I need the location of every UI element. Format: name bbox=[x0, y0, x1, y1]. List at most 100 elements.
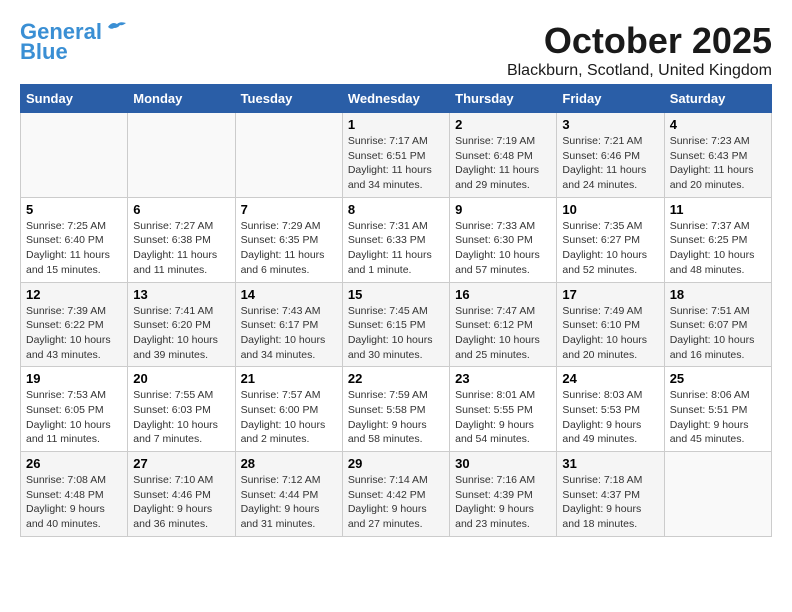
day-info: Sunrise: 7:08 AM Sunset: 4:48 PM Dayligh… bbox=[26, 473, 122, 532]
table-row: 11 Sunrise: 7:37 AM Sunset: 6:25 PM Dayli… bbox=[664, 197, 771, 282]
table-row: 3 Sunrise: 7:21 AM Sunset: 6:46 PM Daylig… bbox=[557, 113, 664, 198]
logo-text2: Blue bbox=[20, 40, 68, 64]
table-row: 5 Sunrise: 7:25 AM Sunset: 6:40 PM Daylig… bbox=[21, 197, 128, 282]
table-row: 10 Sunrise: 7:35 AM Sunset: 6:27 PM Dayli… bbox=[557, 197, 664, 282]
day-number: 11 bbox=[670, 202, 766, 217]
day-number: 9 bbox=[455, 202, 551, 217]
day-info: Sunrise: 7:59 AM Sunset: 5:58 PM Dayligh… bbox=[348, 388, 444, 447]
day-number: 4 bbox=[670, 117, 766, 132]
table-row: 19 Sunrise: 7:53 AM Sunset: 6:05 PM Dayli… bbox=[21, 367, 128, 452]
header-wednesday: Wednesday bbox=[342, 85, 449, 113]
calendar-week-row: 1 Sunrise: 7:17 AM Sunset: 6:51 PM Daylig… bbox=[21, 113, 772, 198]
table-row: 27 Sunrise: 7:10 AM Sunset: 4:46 PM Dayli… bbox=[128, 452, 235, 537]
day-number: 22 bbox=[348, 371, 444, 386]
day-number: 3 bbox=[562, 117, 658, 132]
day-info: Sunrise: 7:14 AM Sunset: 4:42 PM Dayligh… bbox=[348, 473, 444, 532]
day-info: Sunrise: 7:51 AM Sunset: 6:07 PM Dayligh… bbox=[670, 304, 766, 363]
calendar-table: Sunday Monday Tuesday Wednesday Thursday… bbox=[20, 84, 772, 537]
day-number: 14 bbox=[241, 287, 337, 302]
table-row: 17 Sunrise: 7:49 AM Sunset: 6:10 PM Dayli… bbox=[557, 282, 664, 367]
table-row: 13Sunrise: 7:41 AM Sunset: 6:20 PM Dayli… bbox=[128, 282, 235, 367]
title-block: October 2025 Blackburn, Scotland, United… bbox=[507, 20, 772, 80]
day-info: Sunrise: 7:55 AM Sunset: 6:03 PM Dayligh… bbox=[133, 388, 229, 447]
table-row bbox=[664, 452, 771, 537]
day-number: 30 bbox=[455, 456, 551, 471]
day-info: Sunrise: 7:53 AM Sunset: 6:05 PM Dayligh… bbox=[26, 388, 122, 447]
table-row: 20Sunrise: 7:55 AM Sunset: 6:03 PM Dayli… bbox=[128, 367, 235, 452]
table-row: 26Sunrise: 7:08 AM Sunset: 4:48 PM Dayli… bbox=[21, 452, 128, 537]
day-info: Sunrise: 7:10 AM Sunset: 4:46 PM Dayligh… bbox=[133, 473, 229, 532]
table-row: 6 Sunrise: 7:27 AM Sunset: 6:38 PM Daylig… bbox=[128, 197, 235, 282]
day-info: Sunrise: 7:25 AM Sunset: 6:40 PM Dayligh… bbox=[26, 219, 122, 278]
day-number: 12 bbox=[26, 287, 122, 302]
day-number: 17 bbox=[562, 287, 658, 302]
table-row: 12Sunrise: 7:39 AM Sunset: 6:22 PM Dayli… bbox=[21, 282, 128, 367]
day-number: 6 bbox=[133, 202, 229, 217]
day-info: Sunrise: 7:37 AM Sunset: 6:25 PM Dayligh… bbox=[670, 219, 766, 278]
month-title: October 2025 bbox=[507, 20, 772, 62]
table-row: 14 Sunrise: 7:43 AM Sunset: 6:17 PM Dayli… bbox=[235, 282, 342, 367]
day-info: Sunrise: 7:27 AM Sunset: 6:38 PM Dayligh… bbox=[133, 219, 229, 278]
day-info: Sunrise: 7:43 AM Sunset: 6:17 PM Dayligh… bbox=[241, 304, 337, 363]
day-number: 13 bbox=[133, 287, 229, 302]
day-info: Sunrise: 8:06 AM Sunset: 5:51 PM Dayligh… bbox=[670, 388, 766, 447]
day-info: Sunrise: 7:31 AM Sunset: 6:33 PM Dayligh… bbox=[348, 219, 444, 278]
day-info: Sunrise: 7:57 AM Sunset: 6:00 PM Dayligh… bbox=[241, 388, 337, 447]
day-number: 19 bbox=[26, 371, 122, 386]
day-number: 7 bbox=[241, 202, 337, 217]
day-info: Sunrise: 7:12 AM Sunset: 4:44 PM Dayligh… bbox=[241, 473, 337, 532]
day-number: 21 bbox=[241, 371, 337, 386]
header-sunday: Sunday bbox=[21, 85, 128, 113]
calendar-week-row: 26Sunrise: 7:08 AM Sunset: 4:48 PM Dayli… bbox=[21, 452, 772, 537]
day-info: Sunrise: 7:45 AM Sunset: 6:15 PM Dayligh… bbox=[348, 304, 444, 363]
header-friday: Friday bbox=[557, 85, 664, 113]
table-row: 18Sunrise: 7:51 AM Sunset: 6:07 PM Dayli… bbox=[664, 282, 771, 367]
day-info: Sunrise: 8:03 AM Sunset: 5:53 PM Dayligh… bbox=[562, 388, 658, 447]
day-info: Sunrise: 7:29 AM Sunset: 6:35 PM Dayligh… bbox=[241, 219, 337, 278]
header-saturday: Saturday bbox=[664, 85, 771, 113]
header-tuesday: Tuesday bbox=[235, 85, 342, 113]
day-info: Sunrise: 7:23 AM Sunset: 6:43 PM Dayligh… bbox=[670, 134, 766, 193]
day-number: 29 bbox=[348, 456, 444, 471]
day-info: Sunrise: 7:18 AM Sunset: 4:37 PM Dayligh… bbox=[562, 473, 658, 532]
day-number: 5 bbox=[26, 202, 122, 217]
table-row: 9 Sunrise: 7:33 AM Sunset: 6:30 PM Daylig… bbox=[450, 197, 557, 282]
day-number: 27 bbox=[133, 456, 229, 471]
table-row: 15Sunrise: 7:45 AM Sunset: 6:15 PM Dayli… bbox=[342, 282, 449, 367]
day-info: Sunrise: 7:21 AM Sunset: 6:46 PM Dayligh… bbox=[562, 134, 658, 193]
table-row: 1 Sunrise: 7:17 AM Sunset: 6:51 PM Daylig… bbox=[342, 113, 449, 198]
calendar-week-row: 19 Sunrise: 7:53 AM Sunset: 6:05 PM Dayli… bbox=[21, 367, 772, 452]
day-info: Sunrise: 7:17 AM Sunset: 6:51 PM Dayligh… bbox=[348, 134, 444, 193]
day-number: 25 bbox=[670, 371, 766, 386]
table-row: 16 Sunrise: 7:47 AM Sunset: 6:12 PM Dayli… bbox=[450, 282, 557, 367]
day-number: 23 bbox=[455, 371, 551, 386]
day-number: 2 bbox=[455, 117, 551, 132]
table-row: 31 Sunrise: 7:18 AM Sunset: 4:37 PM Dayli… bbox=[557, 452, 664, 537]
header-monday: Monday bbox=[128, 85, 235, 113]
day-info: Sunrise: 7:47 AM Sunset: 6:12 PM Dayligh… bbox=[455, 304, 551, 363]
day-number: 16 bbox=[455, 287, 551, 302]
calendar-week-row: 12Sunrise: 7:39 AM Sunset: 6:22 PM Dayli… bbox=[21, 282, 772, 367]
day-number: 8 bbox=[348, 202, 444, 217]
table-row: 23Sunrise: 8:01 AM Sunset: 5:55 PM Dayli… bbox=[450, 367, 557, 452]
table-row bbox=[128, 113, 235, 198]
logo: General Blue bbox=[20, 20, 128, 64]
day-number: 31 bbox=[562, 456, 658, 471]
day-info: Sunrise: 7:33 AM Sunset: 6:30 PM Dayligh… bbox=[455, 219, 551, 278]
table-row: 2Sunrise: 7:19 AM Sunset: 6:48 PM Daylig… bbox=[450, 113, 557, 198]
table-row: 30 Sunrise: 7:16 AM Sunset: 4:39 PM Dayli… bbox=[450, 452, 557, 537]
table-row: 4 Sunrise: 7:23 AM Sunset: 6:43 PM Daylig… bbox=[664, 113, 771, 198]
day-number: 1 bbox=[348, 117, 444, 132]
table-row: 24 Sunrise: 8:03 AM Sunset: 5:53 PM Dayli… bbox=[557, 367, 664, 452]
day-info: Sunrise: 7:49 AM Sunset: 6:10 PM Dayligh… bbox=[562, 304, 658, 363]
calendar-week-row: 5 Sunrise: 7:25 AM Sunset: 6:40 PM Daylig… bbox=[21, 197, 772, 282]
day-info: Sunrise: 7:35 AM Sunset: 6:27 PM Dayligh… bbox=[562, 219, 658, 278]
table-row: 28Sunrise: 7:12 AM Sunset: 4:44 PM Dayli… bbox=[235, 452, 342, 537]
day-number: 10 bbox=[562, 202, 658, 217]
day-number: 24 bbox=[562, 371, 658, 386]
table-row: 25 Sunrise: 8:06 AM Sunset: 5:51 PM Dayli… bbox=[664, 367, 771, 452]
table-row: 29 Sunrise: 7:14 AM Sunset: 4:42 PM Dayli… bbox=[342, 452, 449, 537]
day-info: Sunrise: 7:16 AM Sunset: 4:39 PM Dayligh… bbox=[455, 473, 551, 532]
calendar-header-row: Sunday Monday Tuesday Wednesday Thursday… bbox=[21, 85, 772, 113]
table-row: 8 Sunrise: 7:31 AM Sunset: 6:33 PM Daylig… bbox=[342, 197, 449, 282]
